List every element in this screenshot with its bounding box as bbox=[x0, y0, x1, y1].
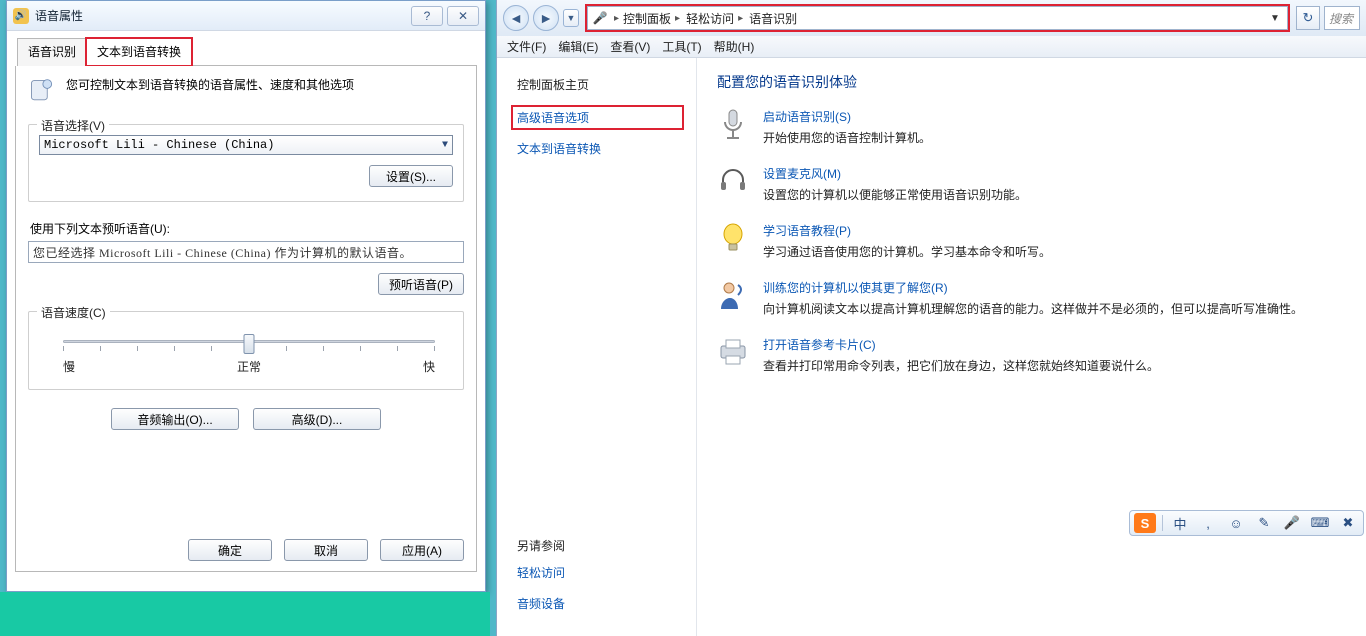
task-setup-mic-desc: 设置您的计算机以便能够正常使用语音识别功能。 bbox=[763, 186, 1027, 204]
printer-icon bbox=[717, 336, 749, 368]
cancel-button[interactable]: 取消 bbox=[284, 539, 368, 561]
ime-toolbar[interactable]: S 中 , ☺ ✎ 🎤 ⌨ ✖ bbox=[1129, 510, 1364, 536]
microphone-icon: 🎤 bbox=[592, 10, 608, 26]
ime-voice-button[interactable]: 🎤 bbox=[1281, 513, 1303, 533]
nav-back-button[interactable]: ◄ bbox=[503, 5, 529, 31]
microphone-large-icon bbox=[717, 108, 749, 140]
task-tutorial-link[interactable]: 学习语音教程(P) bbox=[763, 222, 1051, 239]
preview-text-value: 您已经选择 Microsoft Lili - Chinese (China) 作… bbox=[33, 244, 412, 261]
control-panel-window: ◄ ► ▼ 🎤 ▸控制面板▸ 轻松访问▸ 语音识别 ▼ ↻ 搜索 文件(F) 编… bbox=[496, 0, 1366, 636]
advanced-button[interactable]: 高级(D)... bbox=[253, 408, 381, 430]
ime-lang-button[interactable]: 中 bbox=[1169, 513, 1191, 533]
task-reference-card: 打开语音参考卡片(C) 查看并打印常用命令列表，把它们放在身边，这样您就始终知道… bbox=[717, 336, 1342, 375]
voice-select-group: 语音选择(V) Microsoft Lili - Chinese (China)… bbox=[28, 124, 464, 202]
search-input[interactable]: 搜索 bbox=[1324, 6, 1360, 30]
voice-select-combo[interactable]: Microsoft Lili - Chinese (China) ▼ bbox=[39, 135, 453, 155]
menu-tools[interactable]: 工具(T) bbox=[662, 38, 701, 55]
speed-fast-label: 快 bbox=[423, 358, 435, 375]
ime-punct-button[interactable]: , bbox=[1197, 513, 1219, 533]
preview-label: 使用下列文本预听语音(U): bbox=[30, 220, 464, 237]
task-setup-mic: 设置麦克风(M) 设置您的计算机以便能够正常使用语音识别功能。 bbox=[717, 165, 1342, 204]
main-content: 配置您的语音识别体验 启动语音识别(S) 开始使用您的语音控制计算机。 设置麦克… bbox=[697, 58, 1366, 636]
breadcrumb-control-panel[interactable]: ▸控制面板▸ bbox=[614, 10, 680, 27]
address-dropdown[interactable]: ▼ bbox=[1267, 13, 1283, 24]
preview-text-input[interactable]: 您已经选择 Microsoft Lili - Chinese (China) 作… bbox=[28, 241, 464, 263]
ime-handwrite-button[interactable]: ✎ bbox=[1253, 513, 1275, 533]
task-start-speech: 启动语音识别(S) 开始使用您的语音控制计算机。 bbox=[717, 108, 1342, 147]
task-train-desc: 向计算机阅读文本以提高计算机理解您的语音的能力。这样做并不是必须的，但可以提高听… bbox=[763, 300, 1303, 318]
breadcrumb-ease-of-access[interactable]: 轻松访问▸ bbox=[686, 10, 743, 27]
task-tutorial: 学习语音教程(P) 学习通过语音使用您的计算机。学习基本命令和听写。 bbox=[717, 222, 1342, 261]
ime-softkbd-button[interactable]: ⌨ bbox=[1309, 513, 1331, 533]
speech-icon: 🔊 bbox=[13, 8, 29, 24]
speed-group: 语音速度(C) 慢 正常 快 bbox=[28, 311, 464, 390]
ime-tools-button[interactable]: ✖ bbox=[1337, 513, 1359, 533]
tab-strip: 语音识别 文本到语音转换 bbox=[17, 37, 477, 66]
voice-speed-slider[interactable] bbox=[63, 328, 435, 356]
voice-settings-button[interactable]: 设置(S)... bbox=[369, 165, 453, 187]
menu-help[interactable]: 帮助(H) bbox=[714, 38, 755, 55]
page-heading: 配置您的语音识别体验 bbox=[717, 72, 1342, 92]
nav-forward-button[interactable]: ► bbox=[533, 5, 559, 31]
task-train-link[interactable]: 训练您的计算机以使其更了解您(R) bbox=[763, 279, 1303, 296]
sogou-ime-icon[interactable]: S bbox=[1134, 513, 1156, 533]
dialog-title: 语音属性 bbox=[35, 7, 407, 24]
lightbulb-icon bbox=[717, 222, 749, 254]
ime-emoji-button[interactable]: ☺ bbox=[1225, 513, 1247, 533]
speed-slow-label: 慢 bbox=[63, 358, 75, 375]
speed-normal-label: 正常 bbox=[237, 358, 261, 375]
headset-icon bbox=[717, 165, 749, 197]
task-setup-mic-link[interactable]: 设置麦克风(M) bbox=[763, 165, 1027, 182]
close-button[interactable]: ✕ bbox=[447, 6, 479, 26]
menu-file[interactable]: 文件(F) bbox=[507, 38, 546, 55]
sidebar: 控制面板主页 高级语音选项 文本到语音转换 另请参阅 轻松访问 音频设备 bbox=[497, 58, 697, 636]
nav-history-dropdown[interactable]: ▼ bbox=[563, 9, 579, 27]
chevron-down-icon: ▼ bbox=[442, 140, 448, 151]
task-tutorial-desc: 学习通过语音使用您的计算机。学习基本命令和听写。 bbox=[763, 243, 1051, 261]
task-train: 训练您的计算机以使其更了解您(R) 向计算机阅读文本以提高计算机理解您的语音的能… bbox=[717, 279, 1342, 318]
tab-content: 您可控制文本到语音转换的语音属性、速度和其他选项 语音选择(V) Microso… bbox=[15, 66, 477, 572]
breadcrumb-speech-recognition[interactable]: 语音识别 bbox=[749, 10, 797, 27]
dialog-titlebar[interactable]: 🔊 语音属性 ? ✕ bbox=[7, 1, 485, 31]
apply-button[interactable]: 应用(A) bbox=[380, 539, 464, 561]
tab-speech-recognition[interactable]: 语音识别 bbox=[17, 38, 87, 66]
explorer-nav-bar: ◄ ► ▼ 🎤 ▸控制面板▸ 轻松访问▸ 语音识别 ▼ ↻ 搜索 bbox=[497, 0, 1366, 36]
address-bar[interactable]: 🎤 ▸控制面板▸ 轻松访问▸ 语音识别 ▼ bbox=[587, 6, 1288, 30]
sidebar-home[interactable]: 控制面板主页 bbox=[517, 76, 682, 93]
tts-glyph-icon bbox=[28, 76, 56, 106]
preview-voice-button[interactable]: 预听语音(P) bbox=[378, 273, 464, 295]
audio-output-button[interactable]: 音频输出(O)... bbox=[111, 408, 239, 430]
menu-edit[interactable]: 编辑(E) bbox=[558, 38, 598, 55]
tab-text-to-speech[interactable]: 文本到语音转换 bbox=[86, 38, 192, 66]
voice-select-value: Microsoft Lili - Chinese (China) bbox=[44, 138, 274, 152]
sidebar-tts[interactable]: 文本到语音转换 bbox=[517, 140, 682, 157]
voice-select-legend: 语音选择(V) bbox=[37, 117, 109, 134]
ok-button[interactable]: 确定 bbox=[188, 539, 272, 561]
slider-thumb[interactable] bbox=[244, 334, 255, 354]
task-start-speech-link[interactable]: 启动语音识别(S) bbox=[763, 108, 931, 125]
speed-legend: 语音速度(C) bbox=[37, 304, 110, 321]
seealso-title: 另请参阅 bbox=[517, 537, 682, 554]
seealso-audio-devices[interactable]: 音频设备 bbox=[517, 595, 682, 612]
task-reference-card-desc: 查看并打印常用命令列表，把它们放在身边，这样您就始终知道要说什么。 bbox=[763, 357, 1159, 375]
menu-view[interactable]: 查看(V) bbox=[610, 38, 650, 55]
task-reference-card-link[interactable]: 打开语音参考卡片(C) bbox=[763, 336, 1159, 353]
menu-bar: 文件(F) 编辑(E) 查看(V) 工具(T) 帮助(H) bbox=[497, 36, 1366, 58]
help-button[interactable]: ? bbox=[411, 6, 443, 26]
seealso-ease-of-access[interactable]: 轻松访问 bbox=[517, 564, 682, 581]
sidebar-advanced-speech[interactable]: 高级语音选项 bbox=[513, 107, 682, 128]
intro-text: 您可控制文本到语音转换的语音属性、速度和其他选项 bbox=[66, 76, 354, 93]
task-start-speech-desc: 开始使用您的语音控制计算机。 bbox=[763, 129, 931, 147]
speech-properties-dialog: 🔊 语音属性 ? ✕ 语音识别 文本到语音转换 您可控制文本到语音转换的语音属性… bbox=[6, 0, 486, 592]
refresh-button[interactable]: ↻ bbox=[1296, 6, 1320, 30]
person-speak-icon bbox=[717, 279, 749, 311]
